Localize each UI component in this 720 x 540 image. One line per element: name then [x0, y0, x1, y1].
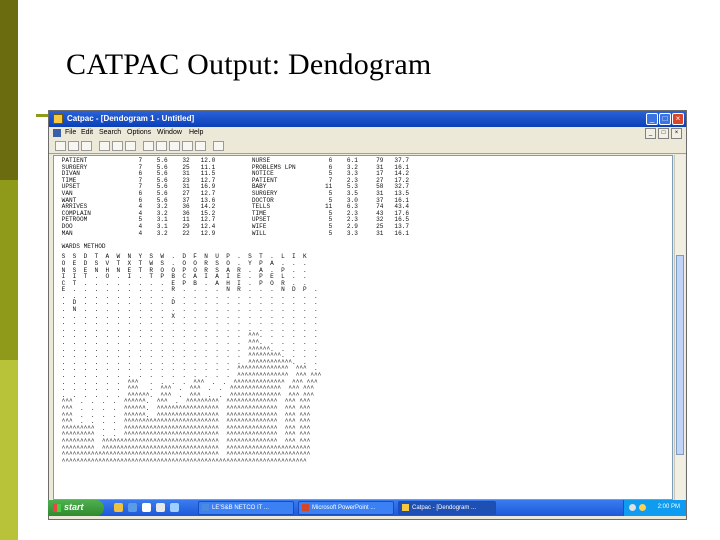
- child-window-controls: _ □ ×: [643, 128, 682, 139]
- task-label: LE’S&B NETCO IT ...: [212, 505, 269, 511]
- powerpoint-task-icon: [302, 503, 309, 511]
- task-label: Catpac - [Dendogram ...: [412, 505, 477, 511]
- child-restore-button[interactable]: □: [658, 128, 669, 139]
- quicklaunch-desktop-icon[interactable]: [142, 503, 151, 512]
- start-button[interactable]: start: [48, 500, 104, 516]
- menu-window[interactable]: Window: [157, 129, 182, 136]
- open-icon[interactable]: [68, 141, 79, 151]
- accent-segment-bottom: [0, 360, 18, 540]
- app-icon: [53, 114, 63, 124]
- help-icon[interactable]: [213, 141, 224, 151]
- run-icon[interactable]: [143, 141, 154, 151]
- slide-title: CATPAC Output: Dendogram: [66, 48, 432, 81]
- minimize-button[interactable]: _: [646, 113, 658, 125]
- menu-search[interactable]: Search: [99, 129, 121, 136]
- catpac-task-icon: [402, 503, 409, 511]
- print-icon[interactable]: [195, 141, 206, 151]
- child-close-button[interactable]: ×: [671, 128, 682, 139]
- save-icon[interactable]: [81, 141, 92, 151]
- frequency-table: PATIENT 7 5.6 32 12.0 NURSE 6 6.1 79 37.…: [61, 157, 410, 250]
- taskbar-task-browser[interactable]: LE’S&B NETCO IT ...: [198, 501, 294, 515]
- map-icon[interactable]: [182, 141, 193, 151]
- quicklaunch-explorer-icon[interactable]: [114, 503, 123, 512]
- dendogram-output: S S D T A W N Y S W . D F N U P . S T . …: [61, 253, 322, 465]
- clock[interactable]: 2:00 PM: [658, 504, 680, 510]
- taskbar-task-powerpoint[interactable]: Microsoft PowerPoint ...: [298, 501, 394, 515]
- toolbar: [49, 139, 686, 154]
- catpac-window: Catpac - [Dendogram 1 - Untitled] _ □ × …: [48, 110, 687, 520]
- dendogram-icon[interactable]: [169, 141, 180, 151]
- menu-help[interactable]: Help: [189, 129, 203, 136]
- close-button[interactable]: ×: [672, 113, 684, 125]
- scrollbar-thumb[interactable]: [676, 255, 684, 455]
- accent-segment-top: [0, 0, 18, 180]
- copy-icon[interactable]: [112, 141, 123, 151]
- vertical-scrollbar[interactable]: [674, 155, 685, 500]
- chart-icon[interactable]: [156, 141, 167, 151]
- cut-icon[interactable]: [99, 141, 110, 151]
- new-icon[interactable]: [55, 141, 66, 151]
- windows-logo-icon: [53, 504, 61, 512]
- menu-file[interactable]: File: [65, 129, 76, 136]
- maximize-button[interactable]: □: [659, 113, 671, 125]
- taskbar-task-catpac[interactable]: Catpac - [Dendogram ...: [398, 501, 496, 515]
- quicklaunch-mail-icon[interactable]: [170, 503, 179, 512]
- menu-edit[interactable]: Edit: [81, 129, 93, 136]
- taskbar: start LE’S&B NETCO IT ... Microsoft Powe…: [48, 500, 686, 516]
- system-tray: 2:00 PM: [623, 500, 686, 516]
- window-title: Catpac - [Dendogram 1 - Untitled]: [67, 114, 195, 123]
- tray-network-icon[interactable]: [629, 504, 636, 511]
- menu-bar: File Edit Search Options Window Help _ □ ×: [49, 127, 686, 139]
- start-label: start: [64, 502, 84, 512]
- tray-volume-icon[interactable]: [639, 504, 646, 511]
- window-titlebar[interactable]: Catpac - [Dendogram 1 - Untitled] _ □ ×: [49, 111, 686, 127]
- task-label: Microsoft PowerPoint ...: [312, 505, 376, 511]
- document-icon[interactable]: [53, 129, 61, 137]
- slide-accent-bar: [0, 0, 18, 540]
- paste-icon[interactable]: [125, 141, 136, 151]
- accent-segment-middle: [0, 180, 18, 360]
- output-pane[interactable]: PATIENT 7 5.6 32 12.0 NURSE 6 6.1 79 37.…: [53, 155, 673, 500]
- child-minimize-button[interactable]: _: [645, 128, 656, 139]
- quicklaunch-ie-icon[interactable]: [128, 503, 137, 512]
- browser-task-icon: [202, 503, 209, 511]
- quicklaunch-media-icon[interactable]: [156, 503, 165, 512]
- menu-options[interactable]: Options: [127, 129, 151, 136]
